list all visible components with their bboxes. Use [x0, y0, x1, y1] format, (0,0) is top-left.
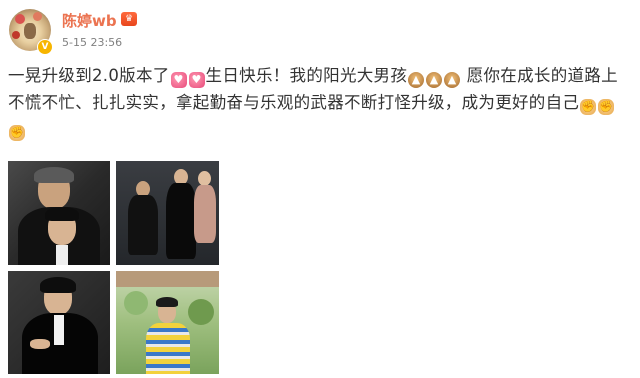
cake-emoji-icon: ▲	[444, 72, 461, 88]
post-text-part-2: 生日快乐！我的阳光大男孩	[205, 66, 408, 85]
muscle-emoji-icon: ✊	[9, 125, 25, 141]
muscle-emoji-icon: ✊	[598, 98, 615, 115]
photo-figure-dress	[194, 185, 216, 243]
avatar-flower-decoration	[33, 12, 42, 21]
post-photo-3[interactable]	[8, 271, 110, 374]
photo-figure-suit	[166, 183, 196, 259]
post-photo-2[interactable]	[116, 161, 219, 265]
avatar-flower-decoration	[12, 31, 20, 39]
post-photo-1[interactable]	[8, 161, 110, 265]
heart-emoji-icon: ♥	[188, 72, 205, 88]
photo-background-leaves	[188, 299, 214, 325]
photo-background-leaves	[124, 291, 148, 315]
photo-figure-hair	[34, 167, 74, 183]
avatar-figure	[24, 23, 36, 39]
photo-figure-shirt	[56, 245, 68, 265]
username-link[interactable]: 陈婷wb	[62, 10, 117, 31]
post-text: 一晃升级到2.0版本了 ♥ ♥ 生日快乐！我的阳光大男孩 ▲ ▲ ▲ 愿你在成长的道路上不慌…	[8, 63, 633, 143]
photo-figure-hair	[45, 207, 79, 221]
post-text-part-1: 一晃升级到2.0版本了	[8, 66, 170, 85]
photo-figure-hair	[40, 277, 76, 293]
heart-emoji-icon: ♥	[170, 72, 187, 88]
vip-crown-icon[interactable]: ♛	[121, 12, 137, 26]
cake-emoji-icon: ▲	[426, 72, 443, 88]
photo-figure-shirt	[54, 315, 64, 345]
photo-figure-suit	[128, 195, 158, 255]
photo-background-roof	[116, 271, 219, 287]
cake-emoji-icon: ▲	[408, 72, 425, 88]
photo-figure-hand	[30, 339, 50, 349]
photo-figure-hair	[156, 297, 178, 307]
verified-badge-icon: V	[37, 39, 53, 55]
photo-figure-face	[198, 171, 211, 186]
post-photo-4[interactable]	[116, 271, 219, 374]
photo-figure-striped-sweater	[146, 323, 190, 374]
post-timestamp[interactable]: 5-15 23:56	[62, 36, 122, 49]
muscle-emoji-icon: ✊	[580, 98, 597, 115]
avatar-flower-decoration	[15, 14, 25, 24]
